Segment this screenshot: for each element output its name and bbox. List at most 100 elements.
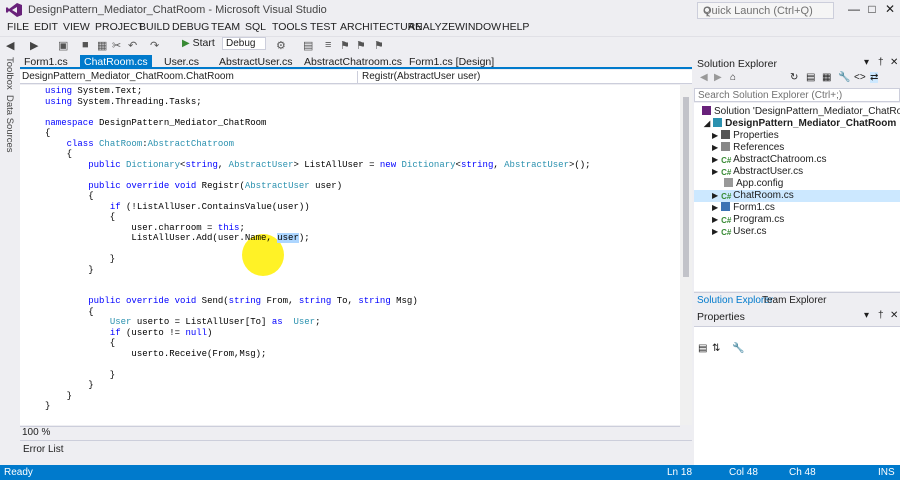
code-line[interactable]: { xyxy=(45,212,115,222)
code-line[interactable]: ListAllUser.Add(user.Name, user); xyxy=(45,233,310,243)
code-line[interactable]: userto.Receive(From,Msg); xyxy=(45,349,266,359)
menu-tools[interactable]: TOOLS xyxy=(272,21,307,33)
tree-program[interactable]: ▶ C# Program.cs xyxy=(712,214,784,226)
scroll-thumb[interactable] xyxy=(683,97,689,277)
attach-icon[interactable]: ⚙ xyxy=(276,39,286,52)
member-dropdown[interactable]: Registr(AbstractUser user) xyxy=(357,71,679,83)
bookmark-icon[interactable]: ⚑ xyxy=(340,39,350,52)
tab-user-cs[interactable]: User.cs xyxy=(160,55,203,69)
tree-chatroom[interactable]: ▶ C# ChatRoom.cs xyxy=(694,190,900,202)
tab-abstractuser-cs[interactable]: AbstractUser.cs xyxy=(215,55,297,69)
menu-test[interactable]: TEST xyxy=(310,21,337,33)
code-line[interactable]: user.charroom = this; xyxy=(45,223,244,233)
code-line[interactable]: public override void Registr(AbstractUse… xyxy=(45,181,342,191)
code-line[interactable]: if (!ListAllUser.ContainsValue(user)) xyxy=(45,202,310,212)
configuration-select[interactable]: Debug xyxy=(222,37,266,50)
data-sources-tab[interactable]: Data Sources xyxy=(4,95,15,153)
back-icon[interactable]: ◀ xyxy=(6,39,14,52)
menu-debug[interactable]: DEBUG xyxy=(172,21,209,33)
menu-window[interactable]: WINDOW xyxy=(455,21,501,33)
code-line[interactable]: { xyxy=(45,149,72,159)
tree-project[interactable]: ◢ DesignPattern_Mediator_ChatRoom xyxy=(704,118,896,130)
close-icon[interactable]: ✕ xyxy=(890,310,898,321)
zoom-level[interactable]: 100 % xyxy=(22,427,50,438)
comment-icon[interactable]: ▤ xyxy=(303,39,313,52)
menu-team[interactable]: TEAM xyxy=(211,21,240,33)
editor-vertical-scrollbar[interactable] xyxy=(680,85,692,425)
code-lines[interactable]: using System.Text; using System.Threading… xyxy=(45,85,675,415)
code-line[interactable]: } xyxy=(45,401,50,411)
tab-form1-cs[interactable]: Form1.cs xyxy=(20,55,72,69)
code-line[interactable]: { xyxy=(45,191,93,201)
menu-edit[interactable]: EDIT xyxy=(34,21,58,33)
menu-sql[interactable]: SQL xyxy=(245,21,266,33)
toolbox-tab[interactable]: Toolbox xyxy=(4,57,15,90)
home-icon[interactable]: ⌂ xyxy=(730,72,736,83)
close-icon[interactable]: ✕ xyxy=(890,57,898,68)
save-icon[interactable]: ■ xyxy=(82,39,89,51)
quick-launch-input[interactable]: Quick Launch (Ctrl+Q) ⚲ xyxy=(697,2,834,19)
tree-user[interactable]: ▶ C# User.cs xyxy=(712,226,767,238)
menu-build[interactable]: BUILD xyxy=(139,21,170,33)
tree-app-config[interactable]: App.config xyxy=(724,178,783,190)
bookmark-next-icon[interactable]: ⚑ xyxy=(356,39,366,52)
tree-abstractuser[interactable]: ▶ C# AbstractUser.cs xyxy=(712,166,803,178)
redo-icon[interactable]: ↷ xyxy=(150,39,159,52)
code-line[interactable]: using System.Text; xyxy=(45,86,142,96)
code-line[interactable]: class ChatRoom:AbstractChatroom xyxy=(45,139,234,149)
close-button[interactable]: ✕ xyxy=(882,2,898,16)
forward-icon[interactable]: ▶ xyxy=(714,72,722,83)
tree-properties[interactable]: ▶ Properties xyxy=(712,130,779,142)
refresh-icon[interactable]: ↻ xyxy=(790,72,798,83)
wrench-icon[interactable]: 🔧 xyxy=(732,343,744,354)
code-line[interactable]: } xyxy=(45,370,115,380)
menu-help[interactable]: HELP xyxy=(502,21,529,33)
code-line[interactable]: } xyxy=(45,265,93,275)
tree-abstractchatroom[interactable]: ▶ C# AbstractChatroom.cs xyxy=(712,154,827,166)
code-line[interactable]: { xyxy=(45,128,50,138)
menu-view[interactable]: VIEW xyxy=(63,21,90,33)
menu-project[interactable]: PROJECT xyxy=(95,21,144,33)
code-line[interactable]: } xyxy=(45,380,93,390)
code-line[interactable]: namespace DesignPattern_Mediator_ChatRoo… xyxy=(45,118,266,128)
menu-analyze[interactable]: ANALYZE xyxy=(408,21,455,33)
error-list-title[interactable]: Error List xyxy=(23,444,64,455)
code-line[interactable]: User userto = ListAllUser[To] as User; xyxy=(45,317,321,327)
show-all-files-icon[interactable]: ▦ xyxy=(822,72,831,83)
code-line[interactable]: } xyxy=(45,391,72,401)
code-line[interactable]: public Dictionary<string, AbstractUser> … xyxy=(45,160,590,170)
code-line[interactable]: public override void Send(string From, s… xyxy=(45,296,418,306)
menu-file[interactable]: FILE xyxy=(7,21,29,33)
minimize-button[interactable]: — xyxy=(846,2,862,16)
code-line[interactable]: { xyxy=(45,307,93,317)
sync-icon[interactable]: ⇄ xyxy=(870,72,879,83)
cut-icon[interactable]: ✂ xyxy=(112,39,121,52)
pin-icon[interactable]: ▾ xyxy=(864,57,869,68)
collapse-all-icon[interactable]: ▤ xyxy=(806,72,815,83)
view-code-icon[interactable]: <> xyxy=(854,72,866,83)
maximize-button[interactable]: □ xyxy=(864,2,880,16)
solution-search-input[interactable]: Search Solution Explorer (Ctrl+;) xyxy=(694,88,900,102)
tab-team-explorer[interactable]: Team Explorer xyxy=(762,295,826,306)
save-all-icon[interactable]: ▦ xyxy=(97,39,107,52)
bookmark-prev-icon[interactable]: ⚑ xyxy=(374,39,384,52)
forward-icon[interactable]: ▶ xyxy=(30,39,38,52)
tree-form1[interactable]: ▶ Form1.cs xyxy=(712,202,775,214)
tab-abstractchatroom-cs[interactable]: AbstractChatroom.cs xyxy=(300,55,406,69)
tab-chatroom-cs[interactable]: ChatRoom.cs xyxy=(80,55,152,69)
code-line[interactable]: if (userto != null) xyxy=(45,328,213,338)
back-icon[interactable]: ◀ xyxy=(700,72,708,83)
indent-icon[interactable]: ≡ xyxy=(325,39,331,51)
start-debug-button[interactable]: ▶ Start xyxy=(182,37,215,49)
new-project-icon[interactable]: ▣ xyxy=(58,39,68,52)
tree-solution[interactable]: Solution 'DesignPattern_Mediator_ChatRoo… xyxy=(702,106,900,118)
categorized-icon[interactable]: ▤ xyxy=(698,343,707,354)
undo-icon[interactable]: ↶ xyxy=(128,39,137,52)
code-line[interactable]: { xyxy=(45,338,115,348)
outline-margin[interactable] xyxy=(20,85,40,425)
tree-references[interactable]: ▶ References xyxy=(712,142,784,154)
alphabetical-icon[interactable]: ⇅ xyxy=(712,343,720,354)
code-line[interactable]: using System.Threading.Tasks; xyxy=(45,97,202,107)
autohide-icon[interactable]: † xyxy=(878,310,884,321)
tab-form1-design[interactable]: Form1.cs [Design] xyxy=(405,55,498,69)
